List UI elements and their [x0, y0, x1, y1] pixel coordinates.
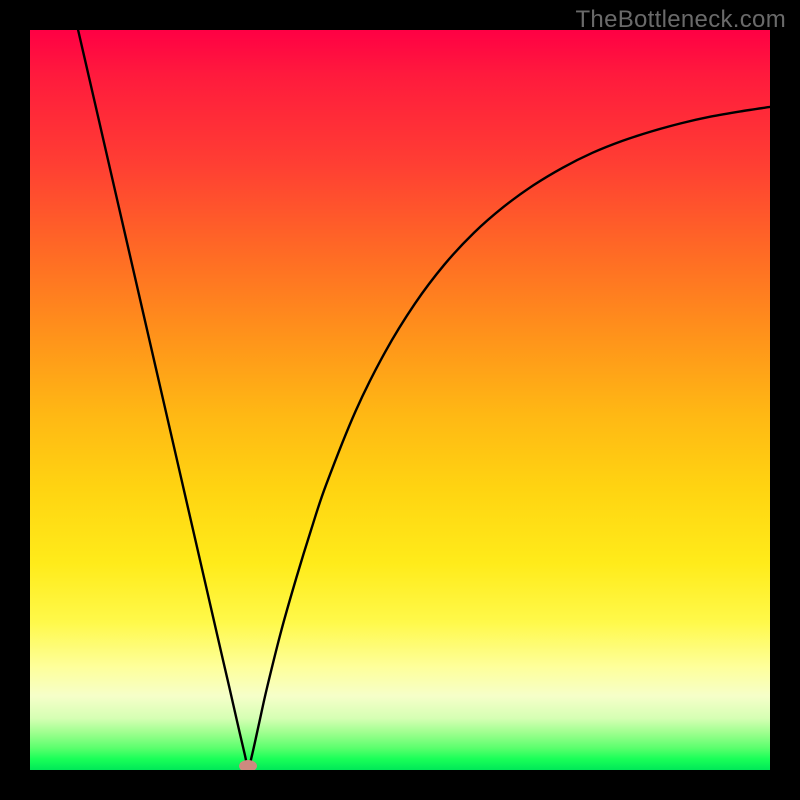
bottleneck-minimum-marker: [239, 760, 257, 770]
chart-frame: TheBottleneck.com: [0, 0, 800, 800]
plot-area: [30, 30, 770, 770]
watermark-text: TheBottleneck.com: [575, 6, 786, 34]
bottleneck-curve: [78, 30, 770, 768]
curve-svg: [30, 30, 770, 770]
